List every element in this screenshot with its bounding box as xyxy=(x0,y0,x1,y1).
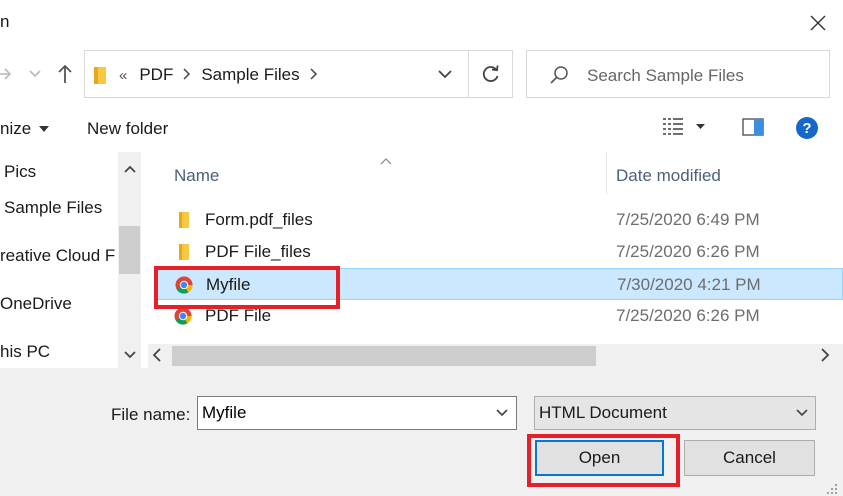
sort-up-icon xyxy=(380,152,392,170)
chevron-up-icon xyxy=(123,165,136,173)
chevron-left-icon xyxy=(152,348,161,362)
chrome-icon xyxy=(175,276,193,299)
file-type-select[interactable]: HTML Document xyxy=(534,396,816,430)
scroll-up-button[interactable] xyxy=(118,160,141,178)
folder-icon xyxy=(174,211,192,234)
file-name: Form.pdf_files xyxy=(205,210,313,229)
sidebar-item-sample-files[interactable]: Sample Files xyxy=(4,198,122,218)
close-button[interactable] xyxy=(800,6,836,40)
preview-pane-icon xyxy=(742,118,764,136)
file-date: 7/25/2020 6:26 PM xyxy=(616,306,760,325)
arrow-up-icon xyxy=(58,64,72,83)
dialog-footer: File name: HTML Document Open Cancel xyxy=(0,368,843,496)
horizontal-scrollbar[interactable] xyxy=(148,344,843,368)
file-date: 7/30/2020 4:21 PM xyxy=(617,275,761,294)
organize-button[interactable]: nize xyxy=(0,119,50,139)
chrome-icon xyxy=(174,307,192,330)
chevron-down-icon xyxy=(29,70,41,78)
file-name-input[interactable] xyxy=(202,401,482,425)
chevron-right-icon[interactable] xyxy=(183,67,191,83)
chevron-down-icon xyxy=(123,351,136,359)
file-name: PDF File xyxy=(205,306,272,325)
chevron-right-icon xyxy=(821,348,830,362)
caret-down-icon xyxy=(39,126,50,132)
refresh-icon xyxy=(482,65,499,82)
command-bar: nize New folder ? xyxy=(0,102,843,152)
sidebar-item-onedrive[interactable]: OneDrive xyxy=(0,294,118,314)
search-icon xyxy=(549,65,569,90)
file-name-dropdown-button[interactable] xyxy=(488,397,516,429)
refresh-button[interactable] xyxy=(469,51,513,97)
scroll-right-button[interactable] xyxy=(820,348,830,367)
scroll-left-button[interactable] xyxy=(152,348,162,367)
help-icon: ? xyxy=(796,117,818,139)
sidebar-item-creative-cloud[interactable]: reative Cloud F xyxy=(0,246,118,266)
column-header-date-modified[interactable]: Date modified xyxy=(616,166,721,186)
chevron-down-icon xyxy=(438,70,452,79)
breadcrumb-sample-files[interactable]: Sample Files xyxy=(201,65,299,85)
breadcrumb-pdf[interactable]: PDF xyxy=(139,65,173,85)
organize-label: nize xyxy=(0,119,32,138)
title-bar: n xyxy=(0,0,843,46)
file-name-label: File name: xyxy=(111,405,191,424)
cancel-button[interactable]: Cancel xyxy=(684,440,815,476)
folder-icon xyxy=(93,65,109,90)
sidebar-item-pics[interactable]: Pics xyxy=(4,162,122,182)
file-date: 7/25/2020 6:49 PM xyxy=(616,210,760,229)
column-header-name[interactable]: Name xyxy=(174,166,219,186)
new-folder-button[interactable]: New folder xyxy=(87,119,168,139)
breadcrumb-overflow[interactable]: « xyxy=(119,67,127,84)
chevron-down-icon xyxy=(796,409,808,417)
forward-button[interactable] xyxy=(0,62,14,86)
help-button[interactable]: ? xyxy=(795,116,819,145)
file-type-value: HTML Document xyxy=(539,403,667,422)
navigation-row: « PDF Sample Files Search Sample Files xyxy=(0,46,843,102)
file-type-dropdown-button[interactable] xyxy=(789,397,815,429)
column-header-row: Name Date modified xyxy=(148,152,843,194)
arrow-right-icon xyxy=(0,68,12,80)
navigation-pane: Pics Sample Files reative Cloud F OneDri… xyxy=(0,152,141,368)
address-dropdown-button[interactable] xyxy=(425,51,465,97)
file-name: Myfile xyxy=(206,275,251,294)
details-view-icon xyxy=(663,118,683,135)
svg-text:?: ? xyxy=(802,120,811,137)
file-row[interactable]: PDF File 7/25/2020 6:26 PM xyxy=(156,300,843,332)
file-name-combobox[interactable] xyxy=(197,396,517,430)
file-row[interactable]: PDF File_files 7/25/2020 6:26 PM xyxy=(156,236,843,268)
change-view-button[interactable] xyxy=(662,116,705,136)
folder-icon xyxy=(174,243,192,266)
sidebar-item-this-pc[interactable]: his PC xyxy=(0,342,118,362)
file-list: Name Date modified Form.pdf_files 7/25/2… xyxy=(148,152,843,368)
file-row-selected[interactable]: Myfile 7/30/2020 4:21 PM xyxy=(156,268,843,300)
window-title: n xyxy=(0,12,10,31)
chevron-right-icon[interactable] xyxy=(310,67,318,83)
sidebar-scrollbar-thumb[interactable] xyxy=(119,226,140,274)
search-placeholder[interactable]: Search Sample Files xyxy=(587,66,744,86)
up-button[interactable] xyxy=(54,62,76,86)
column-divider[interactable] xyxy=(606,152,607,194)
search-box[interactable]: Search Sample Files xyxy=(526,50,830,98)
close-icon xyxy=(810,15,826,31)
resize-grip-icon[interactable] xyxy=(826,482,838,496)
preview-pane-button[interactable] xyxy=(742,118,764,141)
breadcrumb: « PDF Sample Files xyxy=(119,65,328,85)
chevron-down-icon xyxy=(496,409,508,417)
open-button[interactable]: Open xyxy=(535,440,664,476)
file-date: 7/25/2020 6:26 PM xyxy=(616,242,760,261)
caret-down-icon xyxy=(696,123,705,129)
scroll-down-button[interactable] xyxy=(118,346,141,364)
horizontal-scrollbar-thumb[interactable] xyxy=(172,346,596,366)
file-row[interactable]: Form.pdf_files 7/25/2020 6:49 PM xyxy=(156,204,843,236)
address-bar[interactable]: « PDF Sample Files xyxy=(84,50,513,98)
file-name: PDF File_files xyxy=(205,242,311,261)
recent-locations-button[interactable] xyxy=(26,64,44,84)
